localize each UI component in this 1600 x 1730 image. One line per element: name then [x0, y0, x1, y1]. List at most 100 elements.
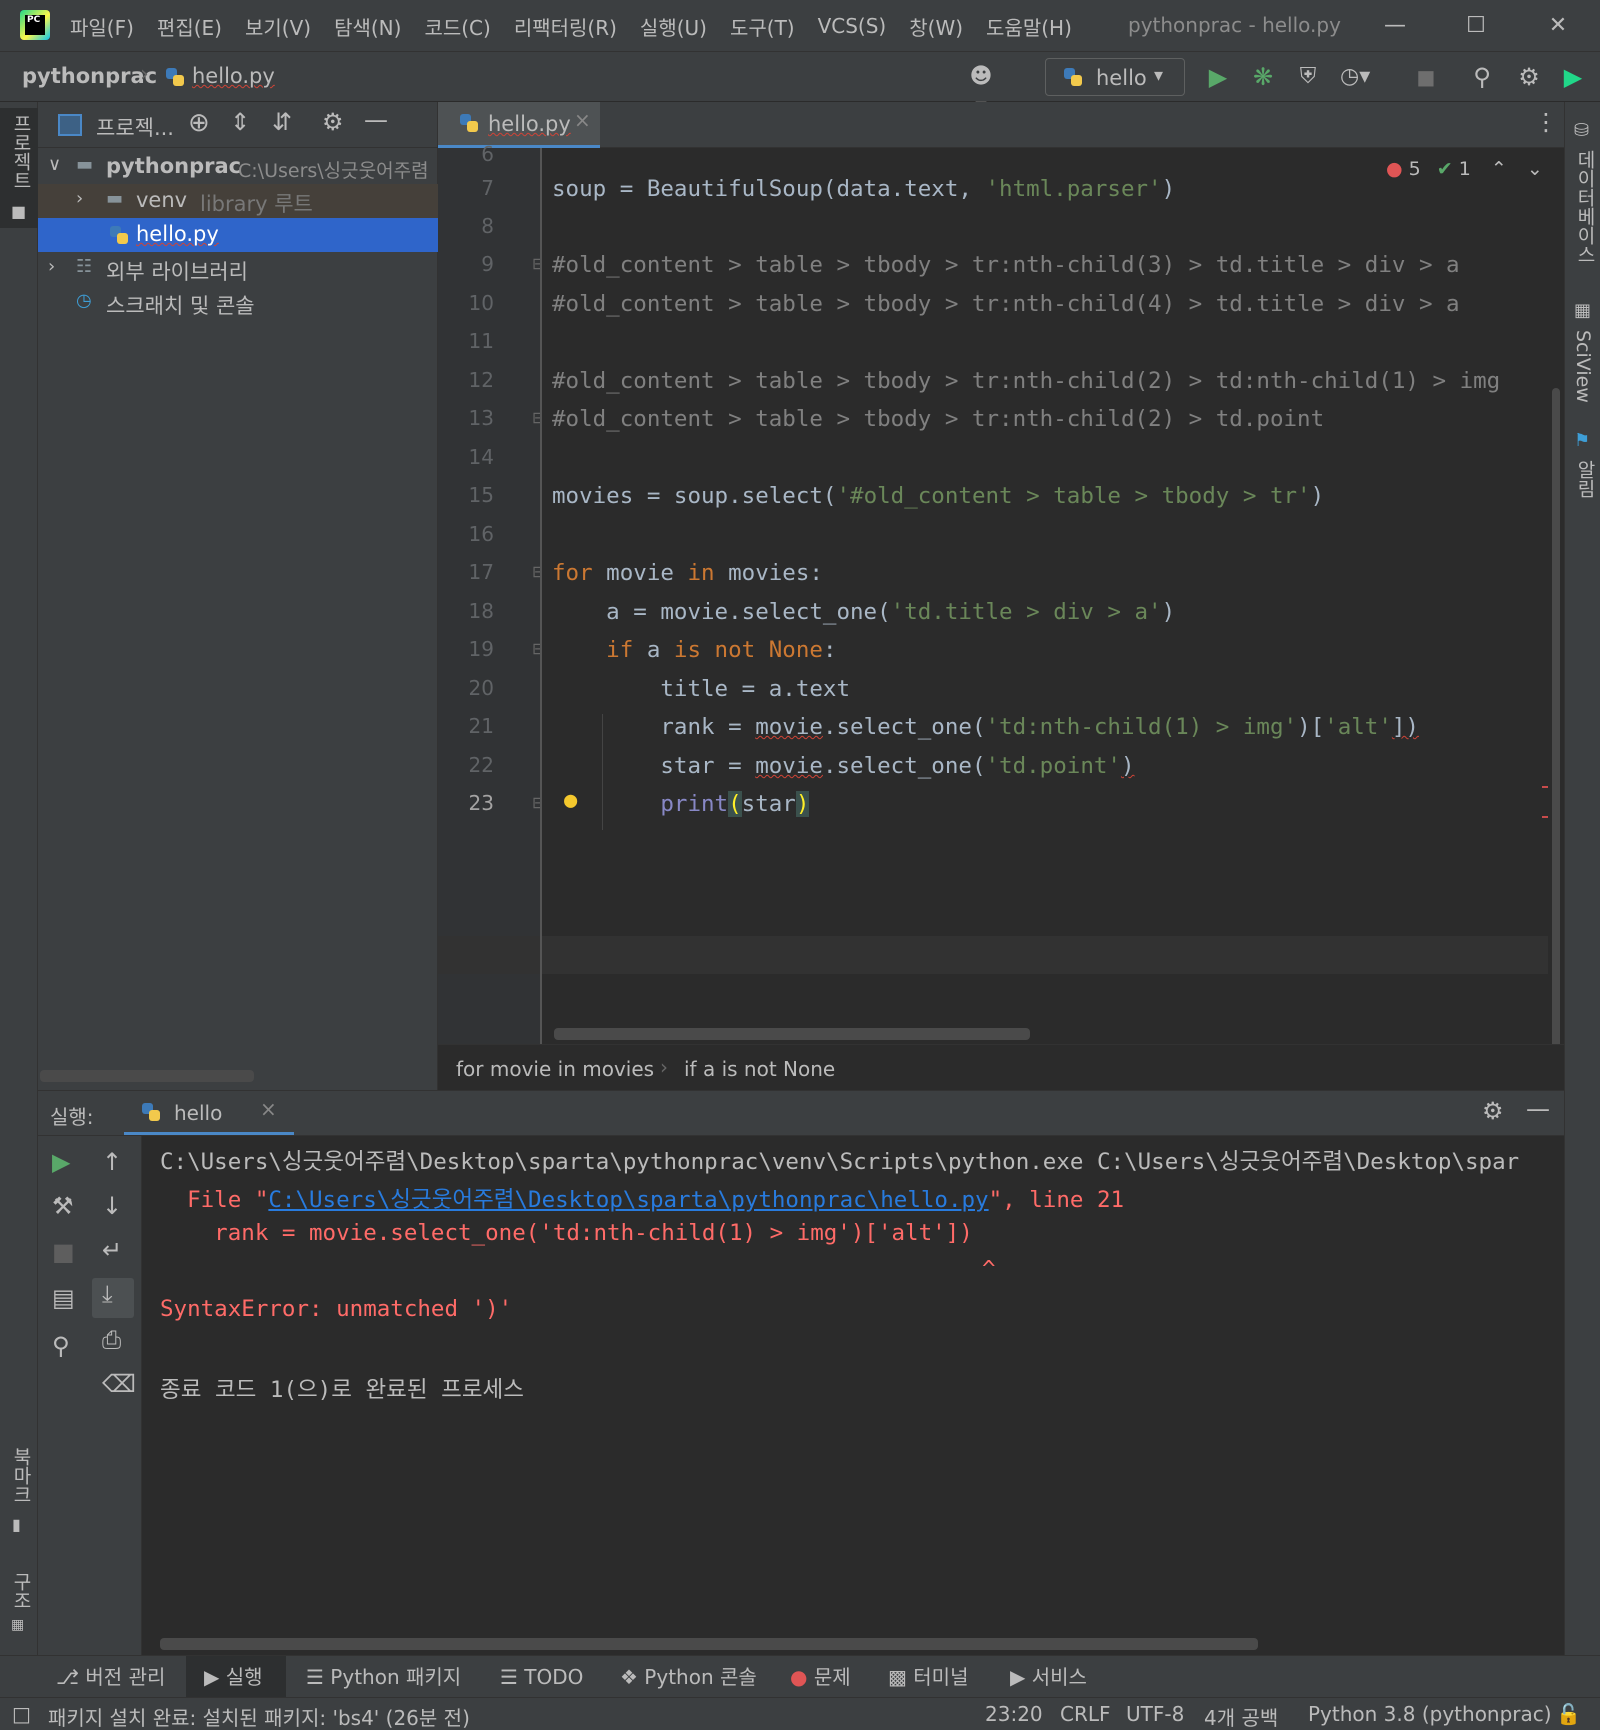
breadcrumb-for-loop[interactable]: for movie in movies: [456, 1057, 654, 1081]
menu-help[interactable]: 도움말(H): [986, 12, 1072, 41]
console-h-scrollbar[interactable]: [160, 1638, 1258, 1650]
minimize-icon[interactable]: —: [1375, 8, 1415, 44]
stop-icon[interactable]: ■: [1411, 62, 1441, 92]
tab-terminal[interactable]: ▩ 터미널: [888, 1656, 968, 1698]
panel-settings-gear-icon[interactable]: ⚙: [322, 108, 344, 136]
maximize-icon[interactable]: ☐: [1456, 8, 1496, 44]
indent-setting[interactable]: 4개 공백: [1204, 1702, 1278, 1730]
close-tab-icon[interactable]: ×: [574, 108, 591, 132]
menu-file[interactable]: 파일(F): [70, 12, 134, 41]
caret-position[interactable]: 23:20: [985, 1702, 1043, 1726]
menu-view[interactable]: 보기(V): [245, 12, 311, 41]
next-highlight-icon[interactable]: ⌄: [1527, 158, 1543, 180]
bookmarks-tool-label[interactable]: 북마크: [8, 1447, 35, 1504]
menu-code[interactable]: 코드(C): [424, 12, 490, 41]
code-editor[interactable]: soup = BeautifulSoup(data.text, 'html.pa…: [542, 148, 1548, 1044]
database-tool-label[interactable]: 데이터베이스: [1572, 150, 1599, 264]
trash-icon[interactable]: ⌫: [102, 1370, 136, 1398]
breadcrumb-file[interactable]: hello.py: [192, 64, 275, 88]
python-interpreter[interactable]: Python 3.8 (pythonprac): [1308, 1702, 1552, 1726]
tree-item-hello-py[interactable]: hello.py: [38, 218, 438, 252]
tree-item-venv[interactable]: › ▬ venv library 루트: [38, 184, 438, 218]
toggle-tool-window-icon[interactable]: □: [12, 1702, 31, 1726]
run-console-output[interactable]: C:\Users\싱긋웃어주렴\Desktop\sparta\pythonpra…: [142, 1136, 1564, 1655]
run-configuration-select[interactable]: hello ▾: [1045, 58, 1185, 96]
hide-panel-icon[interactable]: —: [364, 106, 388, 134]
expand-all-icon[interactable]: ⇕: [230, 108, 250, 136]
chevron-down-icon[interactable]: ∨: [48, 154, 61, 175]
search-icon[interactable]: ⚲: [1467, 62, 1497, 92]
print-icon[interactable]: ⎙: [102, 1326, 121, 1354]
notifications-tool-label[interactable]: 알림: [1572, 460, 1599, 498]
sciview-tool-label[interactable]: SciView: [1572, 330, 1594, 403]
scroll-thumb[interactable]: [1552, 388, 1560, 1048]
menu-tools[interactable]: 도구(T): [730, 12, 795, 41]
tree-item-external-libraries[interactable]: › ☷ 외부 라이브러리: [38, 252, 438, 286]
inspection-widget[interactable]: ● 5 ✔ 1 ⌃ ⌄: [1386, 158, 1543, 180]
rerun-icon[interactable]: ▶: [52, 1148, 70, 1176]
menu-vcs[interactable]: VCS(S): [818, 14, 887, 38]
scroll-to-end-button[interactable]: [92, 1278, 134, 1318]
tab-todo[interactable]: ☰ TODO: [500, 1656, 583, 1698]
menu-refactor[interactable]: 리팩터링(R): [514, 12, 617, 41]
profile-icon[interactable]: ◷▾: [1340, 62, 1370, 92]
navigation-bar: pythonprac › hello.py ☻▾ hello ▾ ▶ ❋ ⛨ ◷…: [0, 52, 1600, 119]
pin-icon[interactable]: ⚲: [52, 1332, 70, 1360]
project-view-icon[interactable]: [58, 114, 82, 136]
tree-item-hint: library 루트: [200, 192, 313, 216]
breadcrumb-project[interactable]: pythonprac: [22, 64, 157, 88]
locate-file-icon[interactable]: ⊕: [188, 108, 210, 138]
project-tool-label[interactable]: 프로젝트: [8, 114, 35, 190]
editor-h-scrollbar[interactable]: [554, 1028, 1030, 1040]
close-window-icon[interactable]: ✕: [1538, 8, 1578, 44]
lock-icon[interactable]: 🔓: [1556, 1702, 1581, 1726]
menu-navigate[interactable]: 탐색(N): [334, 12, 401, 41]
collapse-all-icon[interactable]: ⇵: [272, 108, 292, 136]
previous-highlight-icon[interactable]: ⌃: [1491, 158, 1507, 180]
run-icon[interactable]: ▶: [1203, 62, 1233, 92]
tab-python-packages[interactable]: ☰ Python 패키지: [306, 1656, 461, 1698]
tree-item-scratches[interactable]: ◷ 스크래치 및 콘솔: [38, 286, 438, 320]
coverage-icon[interactable]: ⛨: [1293, 62, 1323, 92]
tree-item-project-root[interactable]: ∨ ▬ pythonprac C:\Users\싱긋웃어주렴: [38, 150, 438, 184]
file-encoding[interactable]: UTF-8: [1126, 1702, 1184, 1726]
tab-python-console[interactable]: ❖ Python 콘솔: [620, 1656, 757, 1698]
line-separator[interactable]: CRLF: [1060, 1702, 1111, 1726]
menu-edit[interactable]: 편집(E): [157, 12, 222, 41]
arrow-up-icon[interactable]: ↑: [102, 1148, 122, 1176]
more-options-icon[interactable]: ⋮: [1534, 108, 1558, 136]
project-panel-title[interactable]: 프로젝...: [96, 112, 174, 142]
breadcrumb-if[interactable]: if a is not None: [684, 1057, 835, 1081]
tab-problems[interactable]: ● 문제: [790, 1656, 851, 1698]
close-tab-icon[interactable]: ×: [260, 1097, 277, 1121]
settings-gear-icon[interactable]: ⚙: [1514, 62, 1544, 92]
hide-run-panel-icon[interactable]: —: [1526, 1095, 1550, 1123]
structure-tool-label[interactable]: 구조: [8, 1572, 35, 1610]
jetbrains-ai-icon[interactable]: ▶: [1558, 62, 1588, 92]
python-file-icon: [164, 66, 186, 88]
stop-icon[interactable]: ■: [52, 1238, 75, 1266]
run-settings-gear-icon[interactable]: ⚙: [1482, 1097, 1504, 1125]
project-h-scrollbar[interactable]: [40, 1070, 254, 1082]
check-icon: ✔: [1436, 158, 1453, 180]
arrow-down-icon[interactable]: ↓: [102, 1192, 122, 1220]
status-message[interactable]: 패키지 설치 완료: 설치된 패키지: 'bs4' (26분 전): [48, 1702, 470, 1730]
console-file-link[interactable]: C:\Users\싱긋웃어주렴\Desktop\sparta\pythonpra…: [268, 1187, 988, 1213]
run-tab-hello[interactable]: hello ×: [124, 1091, 294, 1135]
menu-window[interactable]: 창(W): [909, 12, 963, 41]
tab-services[interactable]: ▶ 서비스: [1010, 1656, 1087, 1698]
editor-v-scrollbar[interactable]: [1548, 148, 1564, 1048]
wrench-icon[interactable]: ⚒: [52, 1192, 74, 1220]
chevron-right-icon[interactable]: ›: [76, 188, 83, 209]
python-file-icon: [108, 224, 130, 246]
soft-wrap-icon[interactable]: ↵: [102, 1236, 122, 1264]
tab-version-control[interactable]: ⎇ 버전 관리: [56, 1656, 165, 1698]
menu-run[interactable]: 실행(U): [640, 12, 707, 41]
lightbulb-icon[interactable]: ●: [564, 788, 577, 813]
layout-icon[interactable]: ▤: [52, 1284, 75, 1312]
tab-run[interactable]: ▶ 실행: [186, 1656, 286, 1698]
code-token: a = movie.select_one(: [552, 599, 891, 625]
chevron-right-icon[interactable]: ›: [48, 256, 55, 277]
debug-icon[interactable]: ❋: [1248, 62, 1278, 92]
user-icon[interactable]: ☻▾: [966, 62, 996, 119]
